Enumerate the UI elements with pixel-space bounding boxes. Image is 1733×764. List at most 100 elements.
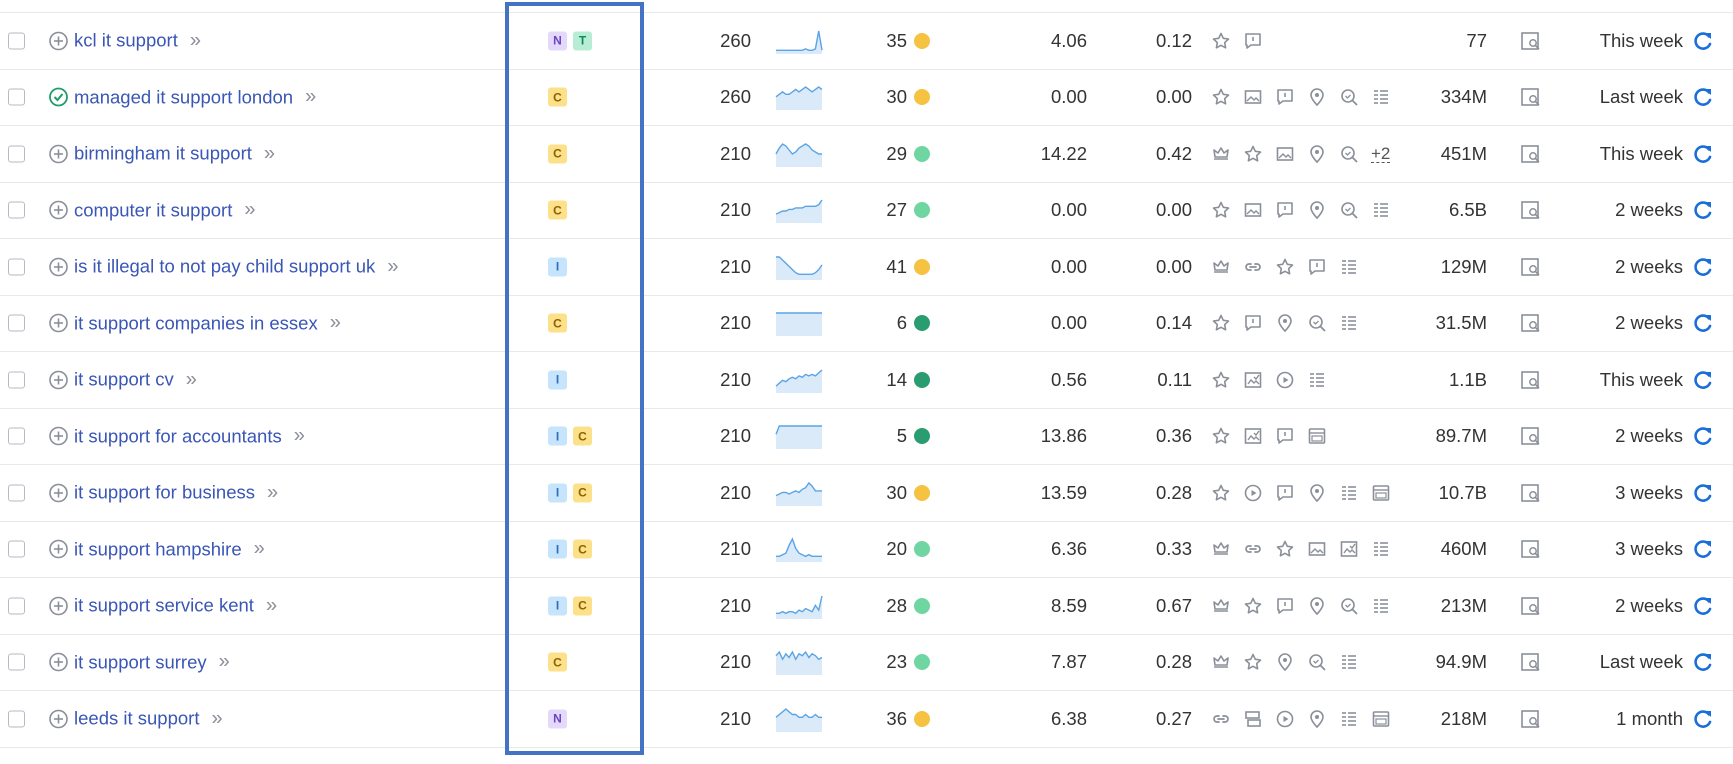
- serp-preview-icon[interactable]: [1520, 30, 1542, 52]
- table-row[interactable]: it support hampshire» IC 210 20 6.36 0.3…: [0, 522, 1733, 578]
- refresh-icon[interactable]: [1692, 538, 1714, 560]
- keyword-details-icon[interactable]: »: [264, 142, 275, 165]
- row-checkbox[interactable]: [8, 653, 25, 671]
- keyword-link[interactable]: it support cv »: [74, 368, 197, 391]
- row-checkbox[interactable]: [8, 145, 25, 163]
- table-row[interactable]: is it illegal to not pay child support u…: [0, 239, 1733, 296]
- refresh-icon[interactable]: [1692, 30, 1714, 52]
- keyword-text[interactable]: it support companies in essex: [74, 312, 318, 334]
- keyword-details-icon[interactable]: »: [190, 29, 201, 52]
- keyword-link[interactable]: it support hampshire »: [74, 538, 265, 561]
- keyword-text[interactable]: managed it support london: [74, 86, 293, 108]
- serp-preview-icon[interactable]: [1520, 425, 1542, 447]
- keyword-link[interactable]: it support service kent »: [74, 594, 277, 617]
- add-icon[interactable]: [48, 595, 69, 616]
- add-icon[interactable]: [48, 652, 69, 673]
- refresh-icon[interactable]: [1692, 369, 1714, 391]
- serp-preview-icon[interactable]: [1520, 256, 1542, 278]
- serp-preview-icon[interactable]: [1520, 538, 1542, 560]
- row-checkbox[interactable]: [8, 314, 25, 332]
- refresh-icon[interactable]: [1692, 143, 1714, 165]
- keyword-text[interactable]: computer it support: [74, 199, 232, 221]
- add-icon[interactable]: [48, 143, 69, 164]
- add-icon[interactable]: [48, 200, 69, 221]
- add-icon[interactable]: [48, 708, 69, 729]
- keyword-text[interactable]: it support cv: [74, 369, 174, 391]
- table-row[interactable]: computer it support» C 210 27 0.00 0.00 …: [0, 183, 1733, 239]
- keyword-link[interactable]: computer it support »: [74, 199, 256, 222]
- table-row[interactable]: it support companies in essex» C 210 6 0…: [0, 296, 1733, 352]
- refresh-icon[interactable]: [1692, 312, 1714, 334]
- table-row[interactable]: leeds it support» N 210 36 6.38 0.27 218…: [0, 691, 1733, 748]
- keyword-details-icon[interactable]: »: [294, 425, 305, 448]
- refresh-icon[interactable]: [1692, 595, 1714, 617]
- keyword-text[interactable]: birmingham it support: [74, 143, 252, 165]
- keyword-text[interactable]: leeds it support: [74, 708, 199, 730]
- keyword-link[interactable]: kcl it support »: [74, 29, 201, 52]
- add-icon[interactable]: [48, 539, 69, 560]
- keyword-details-icon[interactable]: »: [244, 199, 255, 222]
- serp-preview-icon[interactable]: [1520, 595, 1542, 617]
- keyword-link[interactable]: it support for accountants »: [74, 425, 305, 448]
- serp-preview-icon[interactable]: [1520, 482, 1542, 504]
- keyword-text[interactable]: kcl it support: [74, 30, 178, 52]
- table-row[interactable]: kcl it support» NT 260 35 4.06 0.12 77 T…: [0, 13, 1733, 70]
- serp-preview-icon[interactable]: [1520, 369, 1542, 391]
- row-checkbox[interactable]: [8, 597, 25, 615]
- keyword-details-icon[interactable]: »: [254, 538, 265, 561]
- serp-preview-icon[interactable]: [1520, 199, 1542, 221]
- add-icon[interactable]: [48, 30, 69, 51]
- keyword-details-icon[interactable]: »: [267, 481, 278, 504]
- table-row[interactable]: it support surrey» C 210 23 7.87 0.28 94…: [0, 635, 1733, 691]
- row-checkbox[interactable]: [8, 371, 25, 389]
- keyword-details-icon[interactable]: »: [266, 594, 277, 617]
- row-checkbox[interactable]: [8, 427, 25, 445]
- table-row[interactable]: birmingham it support» C 210 29 14.22 0.…: [0, 126, 1733, 183]
- keyword-details-icon[interactable]: »: [211, 707, 222, 730]
- serp-preview-icon[interactable]: [1520, 312, 1542, 334]
- refresh-icon[interactable]: [1692, 256, 1714, 278]
- keyword-details-icon[interactable]: »: [186, 368, 197, 391]
- keyword-details-icon[interactable]: »: [330, 312, 341, 335]
- add-icon[interactable]: [48, 482, 69, 503]
- keyword-details-icon[interactable]: »: [305, 86, 316, 109]
- table-row[interactable]: managed it support london» C 260 30 0.00…: [0, 70, 1733, 126]
- table-row[interactable]: it support for business» IC 210 30 13.59…: [0, 465, 1733, 522]
- row-checkbox[interactable]: [8, 484, 25, 502]
- refresh-icon[interactable]: [1692, 86, 1714, 108]
- serp-preview-icon[interactable]: [1520, 651, 1542, 673]
- keyword-text[interactable]: it support hampshire: [74, 538, 242, 560]
- keyword-link[interactable]: it support for business »: [74, 481, 278, 504]
- table-row[interactable]: it support for accountants» IC 210 5 13.…: [0, 409, 1733, 465]
- table-row[interactable]: it support service kent» IC 210 28 8.59 …: [0, 578, 1733, 635]
- serp-preview-icon[interactable]: [1520, 86, 1542, 108]
- refresh-icon[interactable]: [1692, 651, 1714, 673]
- table-row[interactable]: it support cv» I 210 14 0.56 0.11 1.1B T…: [0, 352, 1733, 409]
- check-circle-icon[interactable]: [48, 87, 69, 108]
- add-icon[interactable]: [48, 256, 69, 277]
- add-icon[interactable]: [48, 313, 69, 334]
- keyword-details-icon[interactable]: »: [219, 651, 230, 674]
- row-checkbox[interactable]: [8, 540, 25, 558]
- refresh-icon[interactable]: [1692, 425, 1714, 447]
- more-features-link[interactable]: +2: [1371, 145, 1391, 163]
- keyword-text[interactable]: is it illegal to not pay child support u…: [74, 256, 375, 278]
- add-icon[interactable]: [48, 426, 69, 447]
- keyword-text[interactable]: it support for business: [74, 482, 255, 504]
- row-checkbox[interactable]: [8, 258, 25, 276]
- keyword-text[interactable]: it support service kent: [74, 595, 254, 617]
- keyword-text[interactable]: it support surrey: [74, 651, 207, 673]
- add-icon[interactable]: [48, 369, 69, 390]
- row-checkbox[interactable]: [8, 201, 25, 219]
- refresh-icon[interactable]: [1692, 482, 1714, 504]
- row-checkbox[interactable]: [8, 710, 25, 728]
- serp-preview-icon[interactable]: [1520, 143, 1542, 165]
- refresh-icon[interactable]: [1692, 199, 1714, 221]
- keyword-details-icon[interactable]: »: [387, 255, 398, 278]
- serp-preview-icon[interactable]: [1520, 708, 1542, 730]
- refresh-icon[interactable]: [1692, 708, 1714, 730]
- row-checkbox[interactable]: [8, 88, 25, 106]
- keyword-link[interactable]: managed it support london »: [74, 86, 316, 109]
- keyword-link[interactable]: it support companies in essex »: [74, 312, 341, 335]
- keyword-link[interactable]: it support surrey »: [74, 651, 230, 674]
